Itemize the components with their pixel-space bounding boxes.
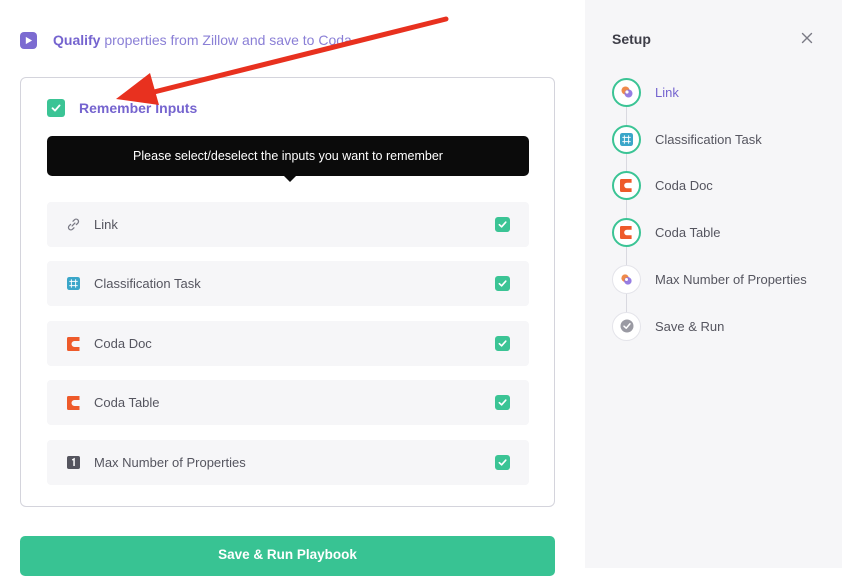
input-label: Max Number of Properties bbox=[94, 455, 246, 470]
link-icon bbox=[66, 217, 81, 232]
input-label: Coda Doc bbox=[94, 336, 152, 351]
input-row-classification-task[interactable]: Classification Task bbox=[47, 261, 529, 306]
input-row-coda-table[interactable]: Coda Table bbox=[47, 380, 529, 425]
input-row-coda-doc[interactable]: Coda Doc bbox=[47, 321, 529, 366]
input-checkbox[interactable] bbox=[495, 336, 510, 351]
bardeen-logo-icon bbox=[612, 77, 641, 107]
setup-step-link[interactable]: Link bbox=[612, 77, 679, 107]
tooltip-pointer bbox=[283, 175, 297, 182]
setup-step-classification-task[interactable]: Classification Task bbox=[612, 124, 762, 154]
tooltip: Please select/deselect the inputs you wa… bbox=[47, 136, 529, 176]
coda-icon bbox=[66, 395, 81, 410]
close-icon[interactable] bbox=[800, 31, 814, 45]
playbook-title-rest: properties from Zillow and save to Coda bbox=[100, 32, 352, 48]
coda-icon bbox=[612, 170, 641, 200]
check-circle-icon bbox=[612, 311, 641, 341]
input-row-link[interactable]: Link bbox=[47, 202, 529, 247]
remember-inputs-toggle[interactable]: Remember Inputs bbox=[47, 99, 197, 117]
input-label: Classification Task bbox=[94, 276, 201, 291]
tooltip-text: Please select/deselect the inputs you wa… bbox=[133, 149, 443, 163]
setup-step-label: Link bbox=[655, 84, 679, 100]
playbook-title-verb: Qualify bbox=[53, 32, 101, 48]
setup-step-label: Coda Doc bbox=[655, 177, 713, 193]
setup-step-label: Save & Run bbox=[655, 318, 725, 334]
setup-step-coda-table[interactable]: Coda Table bbox=[612, 217, 721, 247]
input-row-max-number-of-properties[interactable]: Max Number of Properties bbox=[47, 440, 529, 485]
remember-inputs-label: Remember Inputs bbox=[79, 100, 198, 116]
setup-step-max-number-of-properties[interactable]: Max Number of Properties bbox=[612, 264, 807, 294]
input-checkbox[interactable] bbox=[495, 395, 510, 410]
playbook-title: Qualify properties from Zillow and save … bbox=[53, 32, 352, 48]
setup-step-label: Coda Table bbox=[655, 224, 721, 240]
setup-step-label: Max Number of Properties bbox=[655, 271, 807, 287]
grid-icon bbox=[66, 276, 81, 291]
play-icon bbox=[20, 31, 37, 49]
input-checkbox[interactable] bbox=[495, 217, 510, 232]
grid-icon bbox=[612, 124, 641, 154]
bardeen-logo-icon bbox=[612, 264, 641, 294]
save-and-run-button[interactable]: Save & Run Playbook bbox=[20, 536, 555, 576]
setup-title: Setup bbox=[612, 31, 651, 47]
setup-panel: Setup Link Classification Task Coda Doc … bbox=[585, 0, 842, 568]
remember-inputs-checkbox[interactable] bbox=[47, 99, 65, 117]
setup-step-label: Classification Task bbox=[655, 131, 762, 147]
input-label: Link bbox=[94, 217, 118, 232]
coda-icon bbox=[612, 217, 641, 247]
input-checkbox[interactable] bbox=[495, 276, 510, 291]
number-one-icon bbox=[66, 455, 81, 470]
playbook-header: Qualify properties from Zillow and save … bbox=[20, 30, 352, 50]
setup-step-coda-doc[interactable]: Coda Doc bbox=[612, 170, 713, 200]
coda-icon bbox=[66, 336, 81, 351]
main-panel: Qualify properties from Zillow and save … bbox=[0, 0, 585, 576]
input-checkbox[interactable] bbox=[495, 455, 510, 470]
input-label: Coda Table bbox=[94, 395, 160, 410]
setup-step-save-and-run[interactable]: Save & Run bbox=[612, 311, 724, 341]
remember-inputs-card: Remember Inputs Please select/deselect t… bbox=[20, 77, 555, 507]
